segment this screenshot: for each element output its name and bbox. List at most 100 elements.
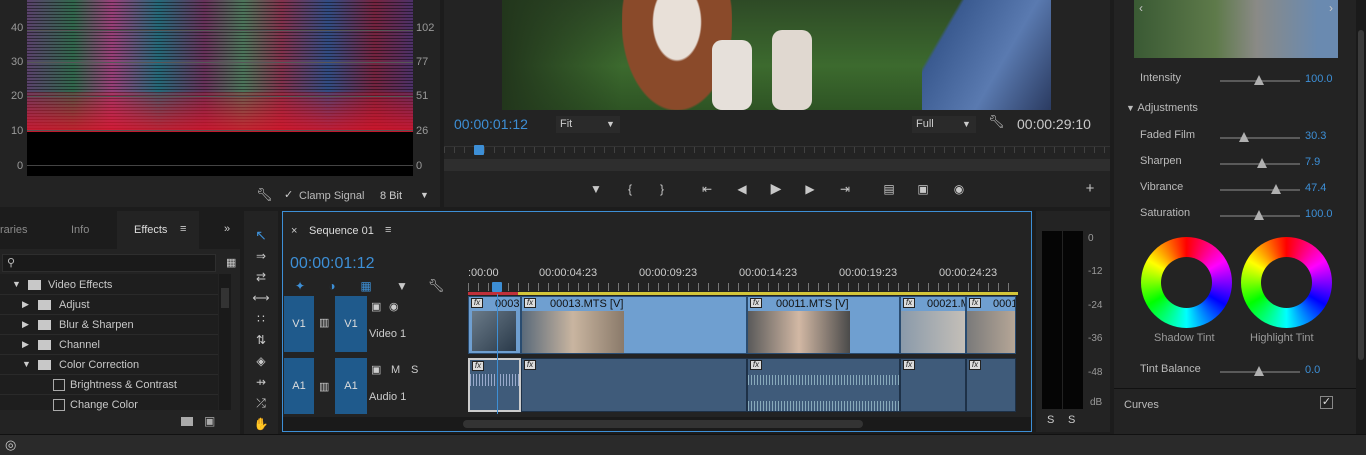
step-back-icon[interactable]: ◀: [734, 181, 750, 197]
solo-left-button[interactable]: S: [1047, 414, 1054, 426]
razor-icon[interactable]: ⇅: [252, 332, 270, 348]
snap-icon[interactable]: ✦: [291, 278, 309, 294]
link-icon[interactable]: ◑: [323, 278, 341, 294]
time-ruler[interactable]: :00:00 00:00:04:23 00:00:09:23 00:00:14:…: [468, 264, 1018, 295]
lift-icon[interactable]: ▤: [880, 181, 898, 197]
curves-section-label[interactable]: Curves: [1124, 399, 1159, 411]
sequence-tab-label[interactable]: Sequence 01: [309, 225, 374, 237]
slider-knob[interactable]: [1254, 75, 1264, 85]
timeline-timecode[interactable]: 00:00:01:12: [290, 255, 375, 273]
slider-knob[interactable]: [1271, 184, 1281, 194]
trash-icon[interactable]: ▣: [204, 414, 215, 428]
audio-clip[interactable]: fx: [521, 358, 747, 412]
lock-icon[interactable]: ▥: [319, 380, 329, 393]
faded-film-slider[interactable]: [1220, 132, 1300, 142]
tab-effects[interactable]: Effects ≡: [117, 211, 199, 249]
video-clip[interactable]: fx 00011.MTS [V]: [747, 296, 900, 354]
video-clip[interactable]: fx 0003: [468, 296, 521, 354]
wrench-icon[interactable]: 🔧︎: [427, 278, 445, 294]
tree-item[interactable]: ▶ Adjust: [0, 296, 218, 315]
go-to-out-icon[interactable]: ⇥: [836, 181, 854, 197]
step-forward-icon[interactable]: ▶: [802, 181, 818, 197]
tab-libraries[interactable]: raries: [0, 224, 28, 236]
eye-icon[interactable]: ◉: [389, 300, 399, 313]
tree-item[interactable]: Brightness & Contrast: [0, 376, 218, 395]
intensity-value[interactable]: 100.0: [1305, 73, 1333, 85]
chevron-right-icon[interactable]: ›: [1324, 0, 1338, 16]
audio-clip[interactable]: fx: [966, 358, 1016, 412]
go-to-in-icon[interactable]: ⇤: [698, 181, 716, 197]
shadow-tint-wheel[interactable]: [1141, 237, 1232, 328]
tint-balance-slider[interactable]: [1220, 366, 1300, 376]
pen-icon[interactable]: ⤮: [252, 395, 270, 411]
slide-icon[interactable]: ⇸: [252, 374, 270, 390]
saturation-slider[interactable]: [1220, 210, 1300, 220]
camera-icon[interactable]: ▣: [371, 300, 381, 313]
playhead-marker[interactable]: [492, 282, 502, 292]
playhead-line[interactable]: [497, 294, 498, 414]
video-clip[interactable]: fx 00013.MTS [V]: [521, 296, 747, 354]
slider-knob[interactable]: [1254, 366, 1264, 376]
solo-button[interactable]: S: [411, 364, 418, 376]
tint-balance-value[interactable]: 0.0: [1305, 364, 1320, 376]
menu-icon[interactable]: ≡: [385, 224, 391, 236]
effects-scrollbar[interactable]: [219, 274, 231, 410]
mark-in-icon[interactable]: {: [622, 181, 638, 197]
timeline-scrollbar[interactable]: [283, 417, 1031, 431]
slider-knob[interactable]: [1239, 132, 1249, 142]
nest-icon[interactable]: ▦: [357, 278, 375, 294]
marker-icon[interactable]: ▼: [393, 278, 411, 294]
program-timecode[interactable]: 00:00:01:12: [454, 116, 528, 132]
sharpen-value[interactable]: 7.9: [1305, 156, 1320, 168]
wrench-icon[interactable]: 🔧︎: [988, 114, 1005, 130]
adjustments-header[interactable]: ▼ Adjustments: [1126, 102, 1198, 114]
camera-icon[interactable]: ◉: [950, 181, 968, 197]
clamp-signal-checkbox[interactable]: ✓: [284, 188, 293, 201]
tree-item[interactable]: ▶ Blur & Sharpen: [0, 316, 218, 335]
vibrance-value[interactable]: 47.4: [1305, 182, 1326, 194]
add-button-icon[interactable]: +: [1082, 181, 1098, 197]
close-icon[interactable]: ×: [291, 225, 297, 237]
tree-item[interactable]: Change Color: [0, 396, 218, 412]
tab-info[interactable]: Info: [71, 224, 89, 236]
folder-icon[interactable]: [181, 417, 193, 426]
selection-tool-icon[interactable]: ↖: [252, 227, 270, 243]
tree-item[interactable]: ▼ Video Effects: [0, 276, 218, 295]
overflow-icon[interactable]: »: [224, 223, 230, 235]
video-clip[interactable]: fx 00021.M: [900, 296, 966, 354]
creative-cloud-icon[interactable]: ◎: [5, 437, 16, 453]
marker-icon[interactable]: ▼: [588, 181, 604, 197]
audio-clip[interactable]: fx: [747, 358, 900, 412]
zoom-fit-select[interactable]: Fit ▼: [556, 116, 620, 133]
audio-clip[interactable]: fx: [900, 358, 966, 412]
solo-right-button[interactable]: S: [1068, 414, 1075, 426]
playback-quality-select[interactable]: Full ▼: [912, 116, 976, 133]
source-patch-v1[interactable]: V1: [284, 296, 314, 352]
chevron-left-icon[interactable]: ‹: [1134, 0, 1148, 16]
audio-clip[interactable]: fx: [468, 358, 521, 412]
track-select-icon[interactable]: ⇒: [252, 248, 270, 264]
track-target-a1[interactable]: A1: [335, 358, 367, 414]
playhead-marker[interactable]: [474, 145, 484, 155]
highlight-tint-wheel[interactable]: [1241, 237, 1332, 328]
tree-item[interactable]: ▼ Color Correction: [0, 356, 218, 375]
vibrance-slider[interactable]: [1220, 184, 1300, 194]
program-scrubber[interactable]: [444, 145, 1110, 171]
new-bin-icon[interactable]: ▦: [226, 256, 236, 269]
sharpen-slider[interactable]: [1220, 158, 1300, 168]
mark-out-icon[interactable]: }: [654, 181, 670, 197]
video-clip[interactable]: fx 0001: [966, 296, 1016, 354]
hand-icon[interactable]: ✋: [252, 416, 270, 432]
tree-item[interactable]: ▶ Channel: [0, 336, 218, 355]
microphone-icon[interactable]: ▣: [371, 363, 381, 376]
curves-checkbox[interactable]: ✓: [1320, 396, 1333, 409]
mute-button[interactable]: M: [391, 364, 400, 376]
intensity-slider[interactable]: [1220, 75, 1300, 85]
rolling-edit-icon[interactable]: ⟷: [252, 290, 270, 306]
extract-icon[interactable]: ▣: [914, 181, 932, 197]
rate-stretch-icon[interactable]: ∷: [252, 311, 270, 327]
track-target-v1[interactable]: V1: [335, 296, 367, 352]
faded-film-value[interactable]: 30.3: [1305, 130, 1326, 142]
lock-icon[interactable]: ▥: [319, 316, 329, 329]
wrench-icon[interactable]: 🔧︎: [256, 187, 273, 203]
